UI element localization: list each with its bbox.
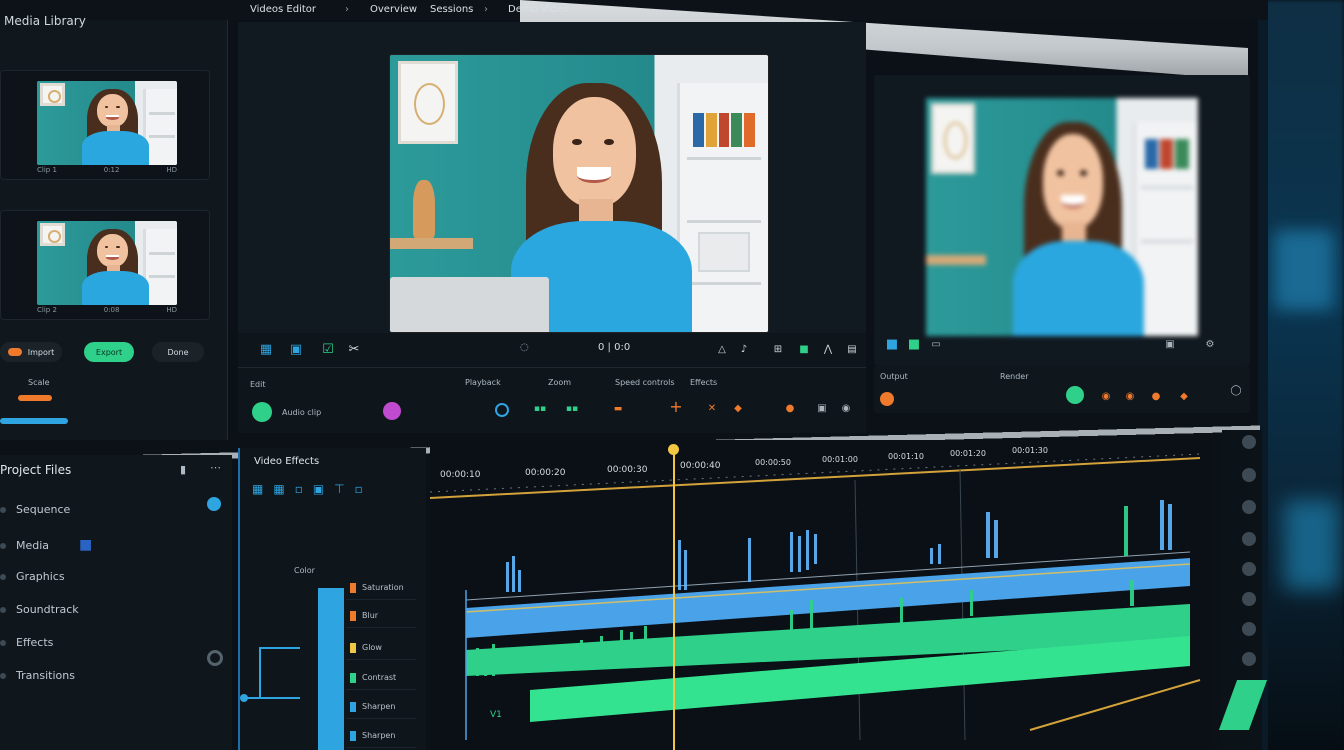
node-graph xyxy=(240,647,300,702)
playhead-handle[interactable] xyxy=(668,444,679,455)
settings-icon[interactable]: ▤ xyxy=(842,341,862,359)
audio-icon[interactable]: ♪ xyxy=(734,341,754,359)
project-item[interactable]: Soundtrack xyxy=(0,603,79,616)
tool-icon[interactable] xyxy=(1242,532,1256,546)
effect-row[interactable]: Saturation xyxy=(346,576,416,600)
effect-row[interactable]: Contrast xyxy=(346,666,416,690)
speed-label: Speed controls xyxy=(615,378,675,387)
video-preview[interactable] xyxy=(390,55,768,332)
fit-icon[interactable]: ▣ xyxy=(286,341,306,359)
timeline-panel[interactable] xyxy=(429,440,1210,750)
effect-row[interactable]: Blur xyxy=(346,604,416,628)
scale-slider[interactable] xyxy=(18,395,52,401)
title-bar xyxy=(0,0,1268,80)
editor-window: Videos Editor › Overview Sessions › Demo… xyxy=(0,0,1268,750)
edit-label: Edit xyxy=(250,380,266,389)
output-label: Output xyxy=(880,372,908,381)
check-icon[interactable]: ■ xyxy=(904,336,924,354)
track-label: V1 xyxy=(490,710,502,720)
more-icon[interactable]: ⋯ xyxy=(210,461,221,474)
text-icon[interactable]: ▫ xyxy=(355,482,363,496)
thumbnail-image xyxy=(37,81,177,165)
marker-icon[interactable]: ◌ xyxy=(520,342,529,353)
scale-label: Scale xyxy=(28,378,50,387)
tool-icon[interactable] xyxy=(1242,468,1256,482)
ruler-tick: 00:00:30 xyxy=(607,465,648,475)
effects-toolbar: ▦ ▦ ▫ ▣ ⊤ ▫ xyxy=(252,482,363,496)
project-item[interactable]: Media ■ xyxy=(0,537,92,553)
blur-icon[interactable]: ▦ xyxy=(273,482,284,496)
breadcrumb-separator-icon: › xyxy=(345,4,349,15)
timeline-tracks xyxy=(429,453,1201,741)
triangle-icon[interactable]: △ xyxy=(712,341,732,359)
tool-icon[interactable] xyxy=(1242,592,1256,606)
project-item[interactable]: Sequence xyxy=(0,503,70,516)
add-icon[interactable] xyxy=(207,650,223,666)
tool-icon[interactable] xyxy=(1242,435,1256,449)
tool-icon[interactable] xyxy=(1242,652,1256,666)
thumbnail-caption: Clip 1 0:12 HD xyxy=(37,166,177,174)
fx-icon[interactable]: ⋀ xyxy=(818,341,838,359)
mask-icon[interactable]: ▣ xyxy=(313,482,324,496)
playback-label: Playback xyxy=(465,378,501,387)
status-dot xyxy=(207,497,221,511)
ruler-tick: 00:00:40 xyxy=(680,461,721,471)
ruler-tick: 00:01:00 xyxy=(822,455,858,464)
ruler-tick: 00:00:10 xyxy=(440,470,481,480)
crop-icon[interactable]: ■ xyxy=(882,336,902,354)
panel-title: Video Effects xyxy=(254,456,320,467)
ruler-tick: 00:01:30 xyxy=(1012,446,1048,455)
thumbnail-caption: Clip 2 0:08 HD xyxy=(37,306,177,314)
source-preview[interactable] xyxy=(926,98,1198,336)
panel-title: Project Files xyxy=(0,463,72,477)
effects-label: Effects xyxy=(690,378,718,387)
menu-icon[interactable]: ▭ xyxy=(926,336,946,354)
tool-icon[interactable] xyxy=(1242,562,1256,576)
media-thumbnail[interactable]: Clip 1 0:12 HD xyxy=(0,70,210,180)
media-thumbnail[interactable]: Clip 2 0:08 HD xyxy=(0,210,210,320)
breadcrumb-separator-icon: › xyxy=(484,4,488,15)
effect-row[interactable]: Glow xyxy=(346,636,416,660)
pin-icon[interactable]: ▮ xyxy=(180,463,186,476)
check-icon[interactable]: ☑ xyxy=(318,341,338,359)
render-label: Render xyxy=(1000,372,1029,381)
done-button[interactable]: Done xyxy=(152,342,204,362)
media-library-panel: Media Library Clip 1 0:12 HD Clip 2 0:08… xyxy=(0,14,228,440)
effect-row[interactable]: Sharpen xyxy=(346,695,416,719)
fx-icon[interactable]: ▦ xyxy=(252,482,263,496)
breadcrumb-current[interactable]: Demo Video xyxy=(508,4,569,15)
tool-icon[interactable] xyxy=(1242,500,1256,514)
group-label: Color xyxy=(294,566,315,575)
import-button[interactable]: Import xyxy=(0,342,62,362)
ruler-tick: 00:00:50 xyxy=(755,458,791,467)
grid-icon[interactable]: ⊞ xyxy=(768,341,788,359)
project-item[interactable]: Transitions xyxy=(0,669,75,682)
project-item[interactable]: Graphics xyxy=(0,570,65,583)
transform-icon[interactable]: ⊤ xyxy=(334,482,344,496)
playhead[interactable] xyxy=(673,448,675,750)
cut-icon[interactable]: ✂ xyxy=(344,341,364,359)
ruler-tick: 00:01:10 xyxy=(888,452,924,461)
ruler-tick: 00:01:20 xyxy=(950,449,986,458)
crop-icon[interactable]: ▦ xyxy=(256,341,276,359)
panel-title: Media Library xyxy=(4,14,86,28)
export-button[interactable]: Export xyxy=(84,342,134,362)
thumbnail-image xyxy=(37,221,177,305)
audio-icon[interactable]: ▣ xyxy=(1160,336,1180,354)
tool-icon[interactable] xyxy=(1242,622,1256,636)
breadcrumb-item[interactable]: Overview xyxy=(370,4,417,15)
project-item[interactable]: Effects xyxy=(0,636,53,649)
color-icon[interactable]: ▫ xyxy=(295,482,303,496)
snap-icon[interactable]: ■ xyxy=(794,341,814,359)
effect-row[interactable]: Sharpen xyxy=(346,724,416,748)
zoom-label: Zoom xyxy=(548,378,572,387)
breadcrumb-item[interactable]: Sessions xyxy=(430,4,473,15)
timecode: 0 | 0:0 xyxy=(598,342,631,353)
settings-icon[interactable]: ⚙ xyxy=(1200,336,1220,354)
ruler-tick: 00:00:20 xyxy=(525,468,566,478)
app-title: Videos Editor xyxy=(250,4,317,15)
